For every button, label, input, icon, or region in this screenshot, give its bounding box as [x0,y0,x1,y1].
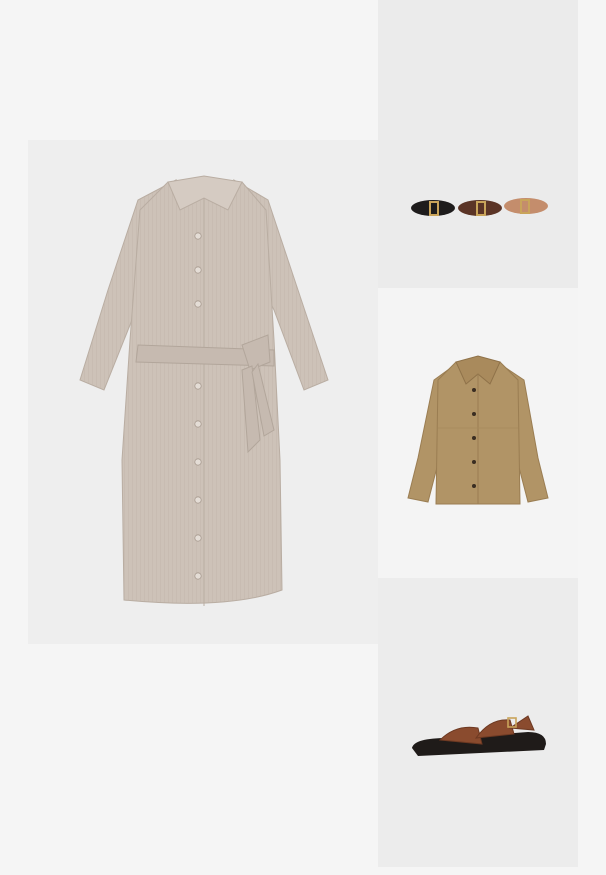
dress-image [79,175,329,606]
belts-image [411,198,548,216]
product-tile-sandal[interactable] [378,578,578,867]
outfit-grid [0,0,606,875]
sandal-image [412,715,546,756]
product-tile-jacket[interactable] [378,288,578,578]
jacket-image [407,355,549,505]
product-tile-belts[interactable] [378,0,578,288]
product-tile-dress[interactable] [28,140,378,644]
